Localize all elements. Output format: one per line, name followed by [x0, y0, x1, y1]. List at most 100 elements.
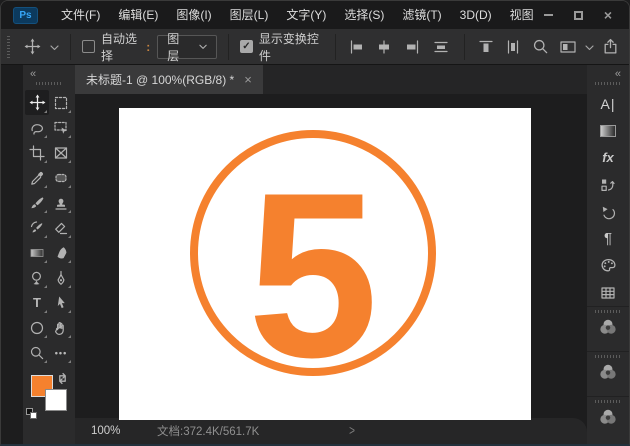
gradient-tool[interactable]	[25, 240, 49, 265]
close-button[interactable]: ×	[597, 6, 619, 24]
minimize-icon	[544, 14, 553, 16]
channels-panel-group[interactable]	[587, 306, 629, 351]
left-gutter	[1, 65, 23, 444]
distribute-horizontal-centers-icon[interactable]	[503, 35, 523, 59]
group-grip[interactable]	[595, 355, 621, 358]
tools-collapse-button[interactable]: «	[23, 65, 75, 81]
channels-panel-group[interactable]	[587, 396, 629, 441]
move-tool-icon[interactable]	[23, 35, 43, 59]
color-panel-icon[interactable]	[587, 252, 629, 279]
share-icon[interactable]	[601, 35, 621, 59]
maximize-icon	[574, 11, 583, 20]
menu-3d[interactable]: 3D(D)	[451, 1, 501, 29]
close-icon: ×	[604, 8, 612, 22]
align-top-edges-icon[interactable]	[476, 35, 496, 59]
character-panel-icon[interactable]: A|	[587, 90, 629, 117]
ellipse-tool[interactable]	[25, 315, 49, 340]
group-grip[interactable]	[595, 310, 621, 313]
eraser-tool[interactable]	[49, 215, 73, 240]
move-tool[interactable]	[25, 90, 49, 115]
separator	[464, 34, 465, 60]
auto-select-checkbox[interactable]: 自动选择 :	[82, 30, 150, 64]
menu-image[interactable]: 图像(I)	[167, 1, 220, 29]
history-panel-icon[interactable]	[587, 198, 629, 225]
hand-tool[interactable]	[49, 315, 73, 340]
search-icon[interactable]	[530, 35, 550, 59]
layer-comps-panel-icon[interactable]	[587, 171, 629, 198]
document-sizes-text: 文档:372.4K/561.7K	[157, 423, 259, 439]
circle-shape: 5	[190, 130, 436, 376]
channels-icon	[599, 318, 617, 336]
smudge-tool[interactable]	[49, 240, 73, 265]
align-horizontal-centers-icon[interactable]	[374, 35, 394, 59]
swatches-panel-icon[interactable]	[587, 279, 629, 306]
channels-panel-group[interactable]	[587, 351, 629, 396]
number-5-text: 5	[248, 157, 379, 392]
align-left-edges-icon[interactable]	[347, 35, 367, 59]
menu-edit[interactable]: 编辑(E)	[109, 1, 167, 29]
options-grip[interactable]	[7, 36, 10, 58]
tool-preset-chevron-icon[interactable]	[50, 40, 59, 54]
tool-options-bar: 自动选择 : 图层 ✓ 显示变换控件	[1, 29, 629, 65]
menu-file[interactable]: 文件(F)	[52, 1, 109, 29]
menu-view[interactable]: 视图(V)	[501, 1, 533, 29]
show-transform-checkbox[interactable]: ✓ 显示变换控件	[240, 30, 324, 64]
paragraph-panel-icon[interactable]: ¶	[587, 225, 629, 252]
show-transform-label: 显示变换控件	[259, 30, 324, 64]
auto-select-target-dropdown[interactable]: 图层	[157, 35, 217, 59]
distribute-vertical-centers-icon[interactable]	[429, 35, 453, 59]
document-area: 未标题-1 @ 100%(RGB/8) * × 5 100% 文档:372.4K…	[75, 65, 587, 444]
document-tab-title: 未标题-1 @ 100%(RGB/8) *	[86, 71, 234, 88]
color-swatches	[26, 375, 72, 427]
dock-grip[interactable]	[595, 82, 621, 85]
dodge-tool[interactable]	[25, 265, 49, 290]
lasso-tool[interactable]	[25, 115, 49, 140]
tab-close-icon[interactable]: ×	[244, 73, 252, 86]
status-chevron-icon[interactable]: >	[349, 423, 355, 438]
menu-type[interactable]: 文字(Y)	[277, 1, 335, 29]
history-brush-tool[interactable]	[25, 215, 49, 240]
maximize-button[interactable]	[567, 6, 589, 24]
healing-brush-tool[interactable]	[49, 165, 73, 190]
screen-mode-chevron-icon[interactable]	[585, 40, 594, 54]
photoshop-logo-icon: Ps	[13, 7, 38, 24]
edit-toolbar-button[interactable]: •••	[49, 340, 73, 365]
auto-select-label: 自动选择	[101, 30, 143, 64]
menu-select[interactable]: 选择(S)	[335, 1, 393, 29]
channels-icon	[599, 363, 617, 381]
minimize-button[interactable]	[537, 6, 559, 24]
menu-items: 文件(F) 编辑(E) 图像(I) 图层(L) 文字(Y) 选择(S) 滤镜(T…	[52, 1, 533, 29]
frame-tool[interactable]	[49, 140, 73, 165]
tools-panel: «	[23, 65, 75, 444]
canvas[interactable]: 5	[119, 108, 531, 420]
crop-tool[interactable]	[25, 140, 49, 165]
swap-colors-icon[interactable]	[56, 372, 69, 390]
type-tool[interactable]: T	[25, 290, 49, 315]
tools-grip[interactable]	[36, 82, 62, 85]
zoom-level-field[interactable]: 100%	[75, 425, 147, 437]
document-info[interactable]: 文档:372.4K/561.7K >	[147, 423, 365, 439]
document-tab-bar: 未标题-1 @ 100%(RGB/8) * ×	[75, 65, 587, 94]
styles-panel-icon[interactable]: fx	[587, 144, 629, 171]
default-colors-icon[interactable]	[26, 408, 38, 420]
rectangular-marquee-tool[interactable]	[49, 90, 73, 115]
document-tab[interactable]: 未标题-1 @ 100%(RGB/8) * ×	[75, 65, 263, 94]
workspace: «	[1, 65, 629, 444]
gradients-panel-icon[interactable]	[587, 117, 629, 144]
path-selection-tool[interactable]	[49, 290, 73, 315]
group-grip[interactable]	[595, 400, 621, 403]
pen-tool[interactable]	[49, 265, 73, 290]
eyedropper-tool[interactable]	[25, 165, 49, 190]
background-color-swatch[interactable]	[45, 389, 67, 411]
menu-filter[interactable]: 滤镜(T)	[393, 1, 450, 29]
auto-select-colon: :	[146, 40, 150, 54]
object-selection-tool[interactable]	[49, 115, 73, 140]
align-right-edges-icon[interactable]	[401, 35, 421, 59]
brush-tool[interactable]	[25, 190, 49, 215]
screen-mode-icon[interactable]	[557, 35, 577, 59]
clone-stamp-tool[interactable]	[49, 190, 73, 215]
menu-layer[interactable]: 图层(L)	[221, 1, 278, 29]
panel-dock: « A| fx ¶	[587, 65, 629, 444]
dock-expand-button[interactable]: «	[587, 65, 629, 81]
zoom-tool[interactable]	[25, 340, 49, 365]
